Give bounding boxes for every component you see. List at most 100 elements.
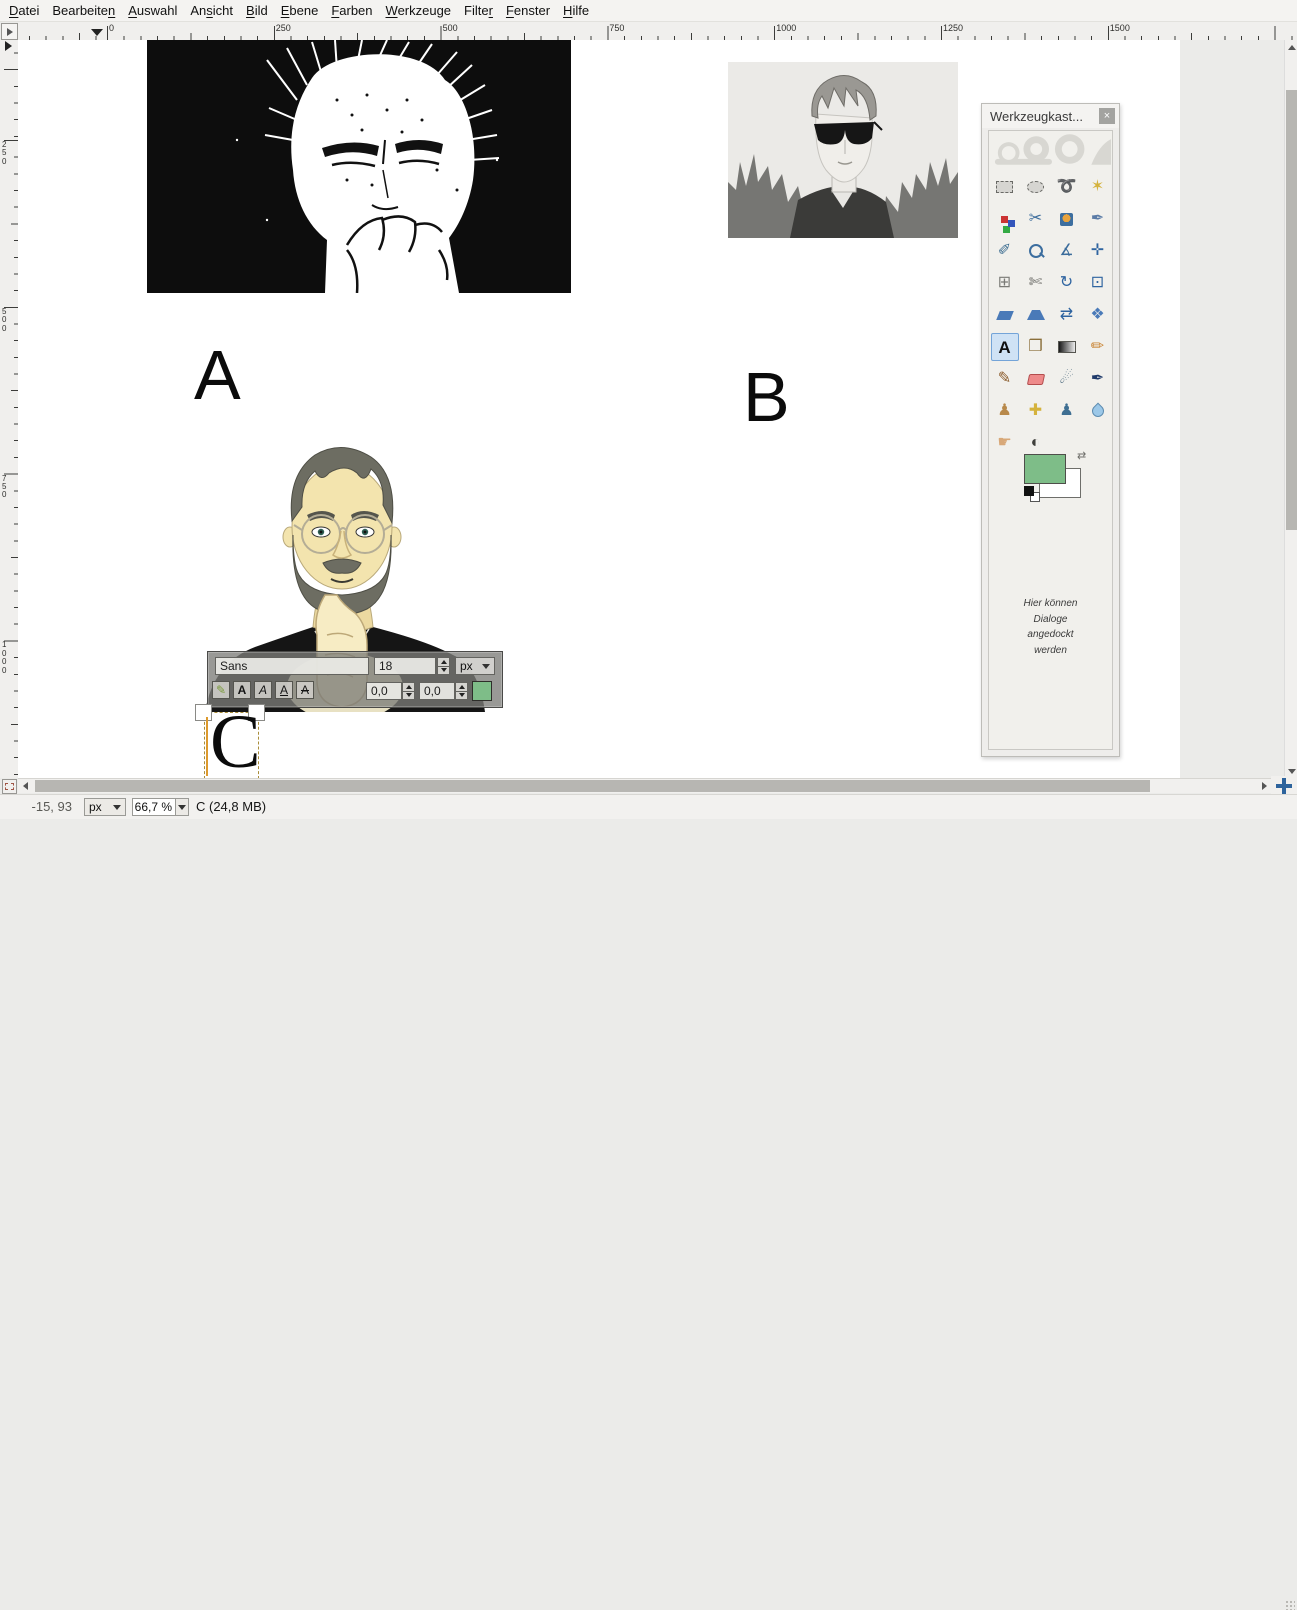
- horizontal-scrollbar-thumb[interactable]: [35, 780, 1150, 792]
- tool-foreground-select-button[interactable]: [1053, 205, 1081, 233]
- unit-dropdown[interactable]: px: [455, 657, 495, 675]
- tool-ink-button[interactable]: ✒: [1084, 365, 1112, 393]
- spin-up-icon[interactable]: [402, 682, 415, 692]
- tool-ellipse-select-button[interactable]: [1022, 173, 1050, 201]
- tool-pencil-button[interactable]: ✏: [1084, 333, 1112, 361]
- strikethrough-button[interactable]: A: [296, 681, 314, 699]
- close-icon[interactable]: ×: [1099, 108, 1115, 124]
- kerning-spinner[interactable]: [455, 682, 468, 700]
- default-colors-icon[interactable]: [1024, 486, 1040, 502]
- underline-button[interactable]: A: [275, 681, 293, 699]
- swap-colors-icon[interactable]: ⇄: [1077, 449, 1086, 462]
- unit-combo[interactable]: px: [84, 798, 126, 816]
- tool-handle-transform-button[interactable]: ❖: [1084, 301, 1112, 329]
- tool-alignment-button[interactable]: ⊞: [991, 269, 1019, 297]
- menu-farben[interactable]: Farben: [326, 0, 380, 22]
- tool-paths-button[interactable]: ✒: [1084, 205, 1112, 233]
- move-icon: ✛: [1090, 242, 1105, 259]
- menu-hilfe[interactable]: Hilfe: [558, 0, 597, 22]
- tool-scale-button[interactable]: ⊡: [1084, 269, 1112, 297]
- tool-rotate-button[interactable]: ↻: [1053, 269, 1081, 297]
- tool-flip-button[interactable]: ⇄: [1053, 301, 1081, 329]
- foreground-select-icon: [1060, 212, 1073, 226]
- vertical-ruler[interactable]: 250 500 750 1000: [0, 40, 19, 778]
- quick-mask-toggle[interactable]: [2, 779, 17, 794]
- scroll-up-icon[interactable]: [1285, 40, 1297, 54]
- zoom-level-field[interactable]: 66,7 %: [132, 798, 176, 816]
- tool-dodge-burn-button[interactable]: ◐: [1022, 429, 1050, 457]
- menu-werkzeuge[interactable]: Werkzeuge: [381, 0, 460, 22]
- chevron-down-icon: [178, 804, 186, 810]
- text-cursor: [206, 717, 208, 776]
- tool-text-button[interactable]: A: [990, 333, 1019, 361]
- tool-bucket-fill-button[interactable]: ❒: [1022, 333, 1050, 361]
- tool-heal-button[interactable]: ✚: [1022, 397, 1050, 425]
- canvas-letter-c: C: [210, 700, 261, 778]
- tool-smudge-button[interactable]: ☛: [991, 429, 1019, 457]
- spin-up-icon[interactable]: [455, 682, 468, 692]
- italic-button[interactable]: A: [254, 681, 272, 699]
- tool-perspective-button[interactable]: [1022, 301, 1050, 329]
- baseline-input[interactable]: [366, 682, 402, 700]
- image-menu-button[interactable]: [1, 23, 18, 40]
- spin-down-icon[interactable]: [455, 691, 468, 700]
- vertical-scrollbar[interactable]: [1284, 40, 1297, 778]
- horizontal-ruler[interactable]: 0 250 500 750 1000 1250 1500: [18, 22, 1297, 41]
- toolbox-window: Werkzeugkast... × ➰ ✶ ✂ ✒ ✐ ∡ ✛ ⊞ ✄ ↻ ⊡ ⇄ ❖ A ❒ ✏ ✎ ☄ ✒ ♟ ✚ ♟…: [981, 103, 1120, 757]
- baseline-spinner[interactable]: [402, 682, 415, 700]
- tool-select-by-color-button[interactable]: [991, 205, 1019, 233]
- tool-paintbrush-button[interactable]: ✎: [991, 365, 1019, 393]
- menu-datei[interactable]: Datei: [4, 0, 47, 22]
- font-name-input[interactable]: [215, 657, 369, 675]
- menu-filter[interactable]: Filter: [459, 0, 501, 22]
- font-size-input[interactable]: [374, 657, 436, 675]
- kerning-input[interactable]: [419, 682, 455, 700]
- foreground-color-swatch[interactable]: [1024, 454, 1066, 484]
- tool-blur-sharpen-button[interactable]: [1084, 397, 1112, 425]
- vertical-scrollbar-thumb[interactable]: [1286, 90, 1297, 530]
- tool-zoom-button[interactable]: [1022, 237, 1050, 265]
- menu-ansicht[interactable]: Ansicht: [185, 0, 241, 22]
- rectangle-select-icon: [996, 181, 1013, 193]
- menu-ebene[interactable]: Ebene: [276, 0, 327, 22]
- text-color-swatch[interactable]: [472, 681, 492, 701]
- toolbox-titlebar[interactable]: Werkzeugkast... ×: [982, 104, 1119, 128]
- tool-crop-button[interactable]: ✄: [1022, 269, 1050, 297]
- tool-perspective-clone-button[interactable]: ♟: [1053, 397, 1081, 425]
- flip-icon: ⇄: [1059, 306, 1074, 323]
- paths-icon: ✒: [1090, 210, 1105, 227]
- resize-grip[interactable]: [1285, 1600, 1295, 1610]
- bold-button[interactable]: A: [233, 681, 251, 699]
- spin-up-icon[interactable]: [437, 657, 450, 667]
- menu-auswahl[interactable]: Auswahl: [123, 0, 185, 22]
- tool-measure-button[interactable]: ∡: [1053, 237, 1081, 265]
- menu-fenster[interactable]: Fenster: [501, 0, 558, 22]
- tool-eraser-button[interactable]: [1022, 365, 1050, 393]
- intelligent-scissors-icon: ✂: [1028, 210, 1043, 227]
- pencil-icon: ✏: [1090, 338, 1105, 355]
- font-brush-button[interactable]: ✎: [212, 681, 230, 699]
- menu-bild[interactable]: Bild: [241, 0, 276, 22]
- font-size-spinner[interactable]: [437, 657, 450, 675]
- spin-down-icon[interactable]: [402, 691, 415, 700]
- horizontal-scrollbar[interactable]: [18, 778, 1271, 793]
- tool-fuzzy-select-button[interactable]: ✶: [1084, 173, 1112, 201]
- tool-rectangle-select-button[interactable]: [991, 173, 1019, 201]
- tool-free-select-button[interactable]: ➰: [1053, 173, 1081, 201]
- cursor-x-marker-icon: [91, 29, 103, 36]
- tool-clone-button[interactable]: ♟: [991, 397, 1019, 425]
- tool-gradient-button[interactable]: [1053, 333, 1081, 361]
- rotate-icon: ↻: [1059, 274, 1074, 291]
- spin-down-icon[interactable]: [437, 666, 450, 675]
- scroll-right-icon[interactable]: [1257, 779, 1271, 793]
- tool-intelligent-scissors-button[interactable]: ✂: [1022, 205, 1050, 233]
- menu-bearbeiten[interactable]: Bearbeiten: [47, 0, 123, 22]
- tool-move-button[interactable]: ✛: [1084, 237, 1112, 265]
- blur-sharpen-icon: [1089, 402, 1106, 420]
- navigation-preview-button[interactable]: [1271, 776, 1297, 796]
- tool-color-picker-button[interactable]: ✐: [991, 237, 1019, 265]
- tool-airbrush-button[interactable]: ☄: [1053, 365, 1081, 393]
- scroll-left-icon[interactable]: [18, 779, 32, 793]
- tool-shear-button[interactable]: [991, 301, 1019, 329]
- zoom-dropdown-button[interactable]: [175, 798, 189, 816]
